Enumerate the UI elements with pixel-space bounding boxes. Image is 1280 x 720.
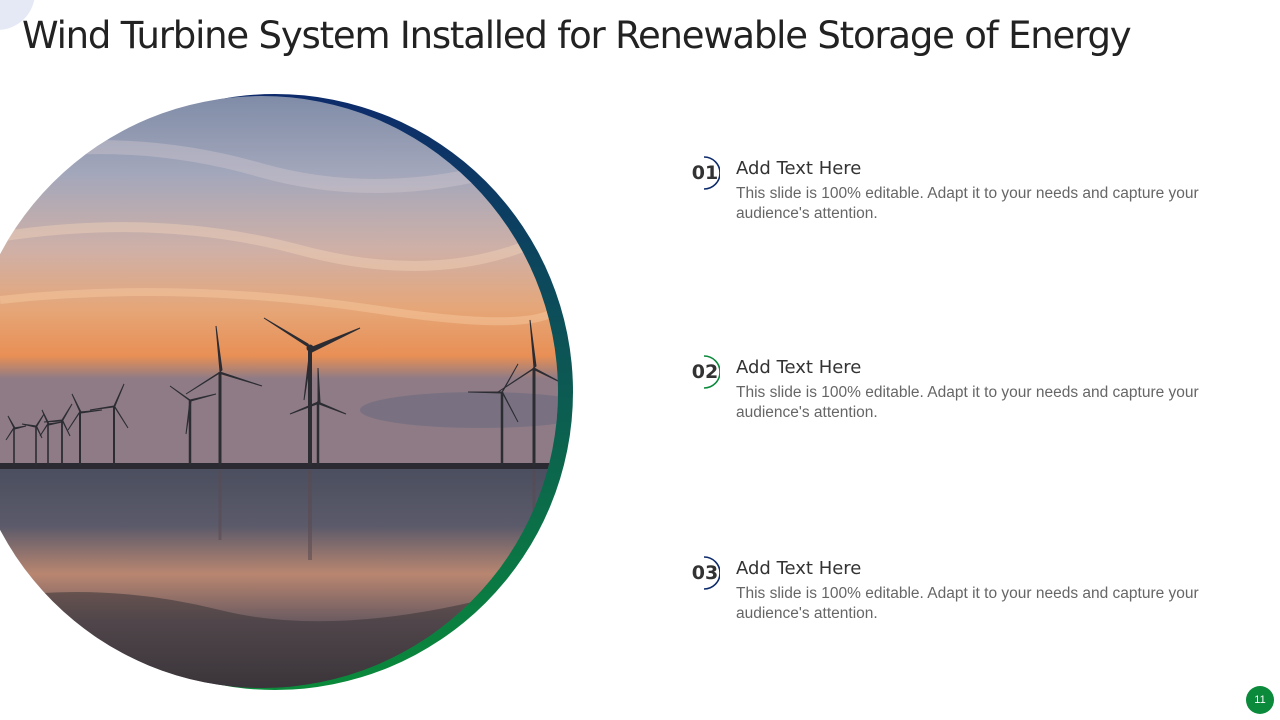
point-number-badge: 02 <box>690 355 720 389</box>
point-number-badge: 01 <box>690 156 720 190</box>
wind-turbines-photo <box>0 96 558 688</box>
point-heading: Add Text Here <box>736 357 862 378</box>
point-body: This slide is 100% editable. Adapt it to… <box>736 185 1199 222</box>
point-number-badge: 03 <box>690 556 720 590</box>
point-heading: Add Text Here <box>736 558 862 579</box>
point-heading: Add Text Here <box>736 158 862 179</box>
page-number-badge: 11 <box>1246 686 1274 714</box>
point-body: This slide is 100% editable. Adapt it to… <box>736 384 1199 421</box>
key-point-03: 03 Add Text Here This slide is 100% edit… <box>690 556 1250 636</box>
hero-image <box>0 94 573 690</box>
key-points-list: 01 Add Text Here This slide is 100% edit… <box>690 0 1250 720</box>
point-body: This slide is 100% editable. Adapt it to… <box>736 585 1199 622</box>
key-point-02: 02 Add Text Here This slide is 100% edit… <box>690 355 1250 435</box>
key-point-01: 01 Add Text Here This slide is 100% edit… <box>690 156 1250 236</box>
